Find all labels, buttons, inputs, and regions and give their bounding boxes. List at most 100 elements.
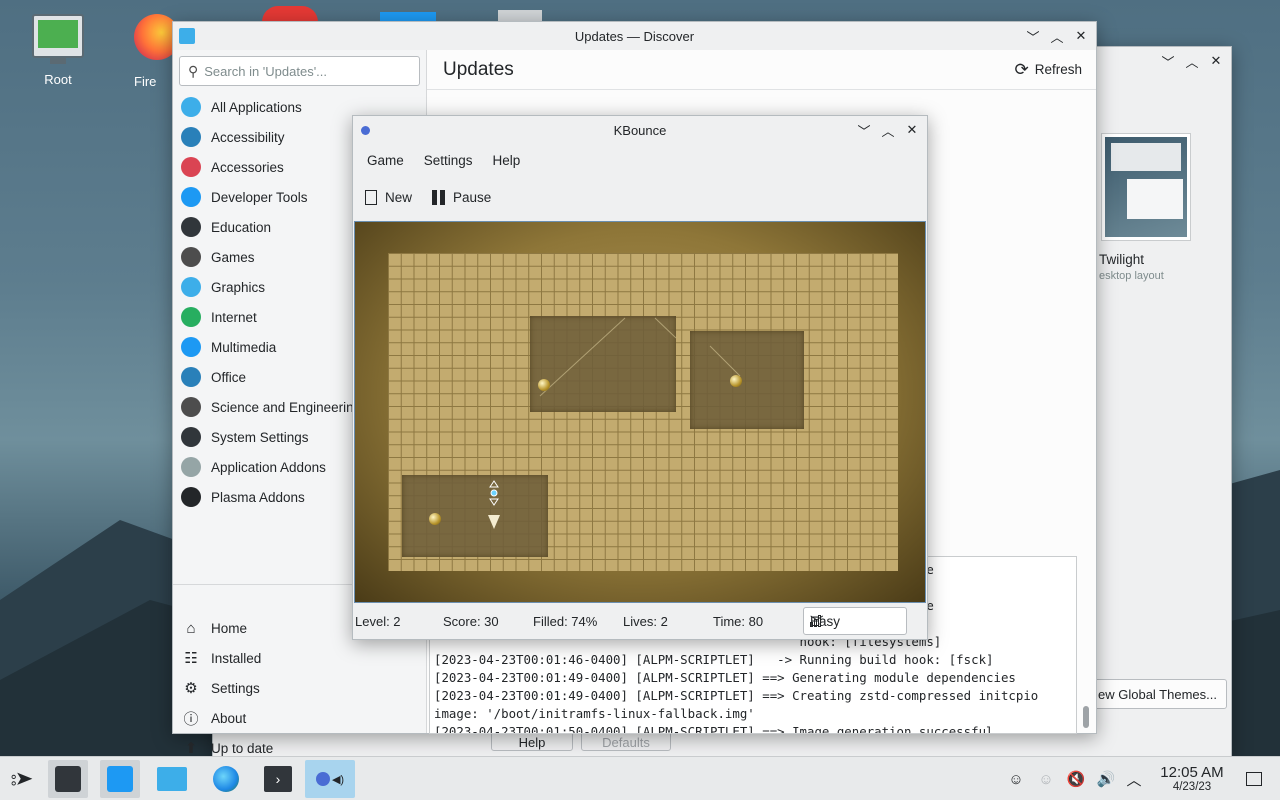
user-icon[interactable]: ☺ bbox=[1006, 769, 1026, 789]
category-icon bbox=[181, 367, 201, 387]
menu-help[interactable]: Help bbox=[483, 153, 531, 168]
theme-thumbnail[interactable] bbox=[1101, 133, 1191, 241]
task-browser[interactable] bbox=[206, 760, 246, 798]
desktop-icon-label: Fire bbox=[134, 74, 157, 89]
menu-game[interactable]: Game bbox=[357, 153, 414, 168]
application-launcher[interactable]: ⦂➤ bbox=[2, 760, 42, 798]
task-dolphin[interactable] bbox=[152, 760, 192, 798]
discover-app-icon bbox=[107, 766, 133, 792]
discover-titlebar[interactable]: Updates — Discover ﹀ ︿ ✕ bbox=[173, 22, 1096, 50]
filled-area bbox=[402, 475, 548, 557]
nav-item-settings[interactable]: ⚙ Settings bbox=[173, 673, 426, 703]
sidebar-item-label: Multimedia bbox=[211, 339, 277, 355]
close-button[interactable]: ✕ bbox=[1072, 27, 1090, 45]
audio-playing-icon: ◀) bbox=[331, 773, 345, 786]
log-line: [2023-04-23T00:01:50-0400] [ALPM-SCRIPTL… bbox=[434, 724, 994, 734]
volume-icon[interactable]: 🔊 bbox=[1096, 769, 1116, 789]
sidebar-item-label: Internet bbox=[211, 309, 257, 325]
nav-item-installed[interactable]: ☷ Installed bbox=[173, 643, 426, 673]
category-icon bbox=[181, 337, 201, 357]
game-board[interactable] bbox=[354, 221, 926, 603]
category-icon bbox=[181, 307, 201, 327]
category-icon bbox=[181, 127, 201, 147]
pause-button[interactable]: Pause bbox=[432, 189, 491, 205]
lives-display: Lives: 2 bbox=[623, 613, 668, 629]
show-desktop-button[interactable] bbox=[1244, 769, 1264, 789]
menu-settings[interactable]: Settings bbox=[414, 153, 483, 168]
nav-item-about[interactable]: ⓘ About bbox=[173, 703, 426, 733]
wall-builder-cursor bbox=[488, 479, 500, 529]
home-icon: ⌂ bbox=[186, 619, 196, 637]
log-line: [2023-04-23T00:01:49-0400] [ALPM-SCRIPTL… bbox=[434, 670, 1016, 685]
mute-icon[interactable]: 🔇 bbox=[1066, 769, 1086, 789]
chevron-down-icon: ﹀ bbox=[810, 615, 824, 630]
theme-description: esktop layout bbox=[1099, 270, 1164, 282]
score-display: Score: 30 bbox=[443, 613, 499, 629]
clock-date: 4/23/23 bbox=[1172, 781, 1212, 793]
ball bbox=[429, 513, 441, 525]
wall-lines bbox=[539, 317, 741, 397]
search-input[interactable]: ⚲ Search in 'Updates'... bbox=[179, 56, 420, 86]
maximize-button[interactable]: ︿ bbox=[879, 121, 897, 139]
kbounce-window[interactable]: KBounce ﹀ ︿ ✕ Game Settings Help New Pau… bbox=[352, 115, 928, 640]
desktop-icon-firefox[interactable]: Fire bbox=[134, 14, 174, 89]
clock[interactable]: 12:05 AM 4/23/23 bbox=[1152, 765, 1232, 794]
nav-item-label: Home bbox=[211, 620, 248, 636]
desktop-icon-root[interactable]: Root bbox=[22, 14, 94, 87]
settings-app-icon bbox=[55, 766, 81, 792]
category-icon bbox=[181, 247, 201, 267]
window-title: Updates — Discover bbox=[574, 28, 695, 44]
taskbar: ⦂➤ › ◀) ☺ ☺ 🔇 🔊 ︿ 12:05 AM 4/23/23 bbox=[0, 756, 1280, 800]
theme-name: Twilight bbox=[1099, 252, 1145, 267]
game-statusbar: Level: 2 Score: 30 Filled: 74% Lives: 2 … bbox=[353, 603, 927, 639]
ball bbox=[730, 375, 742, 387]
kbounce-app-icon bbox=[315, 772, 330, 786]
users-inactive-icon[interactable]: ☺ bbox=[1036, 769, 1056, 789]
category-icon bbox=[181, 277, 201, 297]
task-kbounce[interactable]: ◀) bbox=[305, 760, 355, 798]
category-icon bbox=[181, 97, 201, 117]
minimize-button[interactable]: ﹀ bbox=[1024, 27, 1042, 45]
task-discover[interactable] bbox=[100, 760, 140, 798]
category-icon bbox=[181, 397, 201, 417]
get-new-themes-button[interactable]: ew Global Themes... bbox=[1093, 679, 1227, 709]
firefox-icon bbox=[134, 14, 174, 60]
refresh-label: Refresh bbox=[1034, 62, 1082, 77]
task-konsole[interactable]: › bbox=[258, 760, 298, 798]
log-line: [2023-04-23T00:01:49-0400] [ALPM-SCRIPTL… bbox=[434, 688, 1039, 703]
discover-app-icon bbox=[179, 28, 195, 44]
maximize-button[interactable]: ︿ bbox=[1183, 52, 1201, 70]
sidebar-item-label: Education bbox=[211, 219, 272, 235]
sidebar-item-label: Games bbox=[211, 249, 255, 265]
kbounce-app-icon bbox=[361, 125, 370, 135]
show-desktop-icon bbox=[1246, 772, 1262, 786]
close-button[interactable]: ✕ bbox=[903, 121, 921, 139]
maximize-button[interactable]: ︿ bbox=[1048, 27, 1066, 45]
refresh-button[interactable]: ⟳ Refresh bbox=[1014, 60, 1082, 80]
minimize-button[interactable]: ﹀ bbox=[1159, 52, 1177, 70]
category-icon bbox=[181, 217, 201, 237]
close-button[interactable]: ✕ bbox=[1207, 52, 1225, 70]
search-placeholder: Search in 'Updates'... bbox=[204, 63, 328, 79]
log-line: image: '/boot/initramfs-linux-fallback.i… bbox=[434, 706, 755, 721]
new-game-button[interactable]: New bbox=[365, 189, 412, 205]
toolbar: New Pause bbox=[353, 176, 927, 218]
difficulty-select[interactable]: Easy ﹀ bbox=[803, 607, 907, 635]
chevron-up-icon[interactable]: ︿ bbox=[1124, 769, 1144, 789]
nav-item-label: Up to date bbox=[211, 740, 274, 756]
launcher-icon: ⦂➤ bbox=[11, 768, 33, 789]
tile-grid bbox=[388, 253, 898, 571]
task-system-settings[interactable] bbox=[48, 760, 88, 798]
pause-icon bbox=[432, 189, 446, 205]
nav-item-label: About bbox=[211, 710, 247, 726]
minimize-button[interactable]: ﹀ bbox=[855, 121, 873, 139]
computer-icon bbox=[32, 14, 84, 64]
category-icon bbox=[181, 457, 201, 477]
kbounce-titlebar[interactable]: KBounce ﹀ ︿ ✕ bbox=[353, 116, 927, 144]
menubar: Game Settings Help bbox=[353, 144, 927, 176]
sidebar-item-label: System Settings bbox=[211, 429, 309, 445]
sidebar-item-label: Graphics bbox=[211, 279, 266, 295]
log-scrollbar[interactable] bbox=[1083, 706, 1089, 728]
about-icon: ⓘ bbox=[183, 710, 199, 728]
desktop-icon-partial bbox=[262, 6, 318, 22]
